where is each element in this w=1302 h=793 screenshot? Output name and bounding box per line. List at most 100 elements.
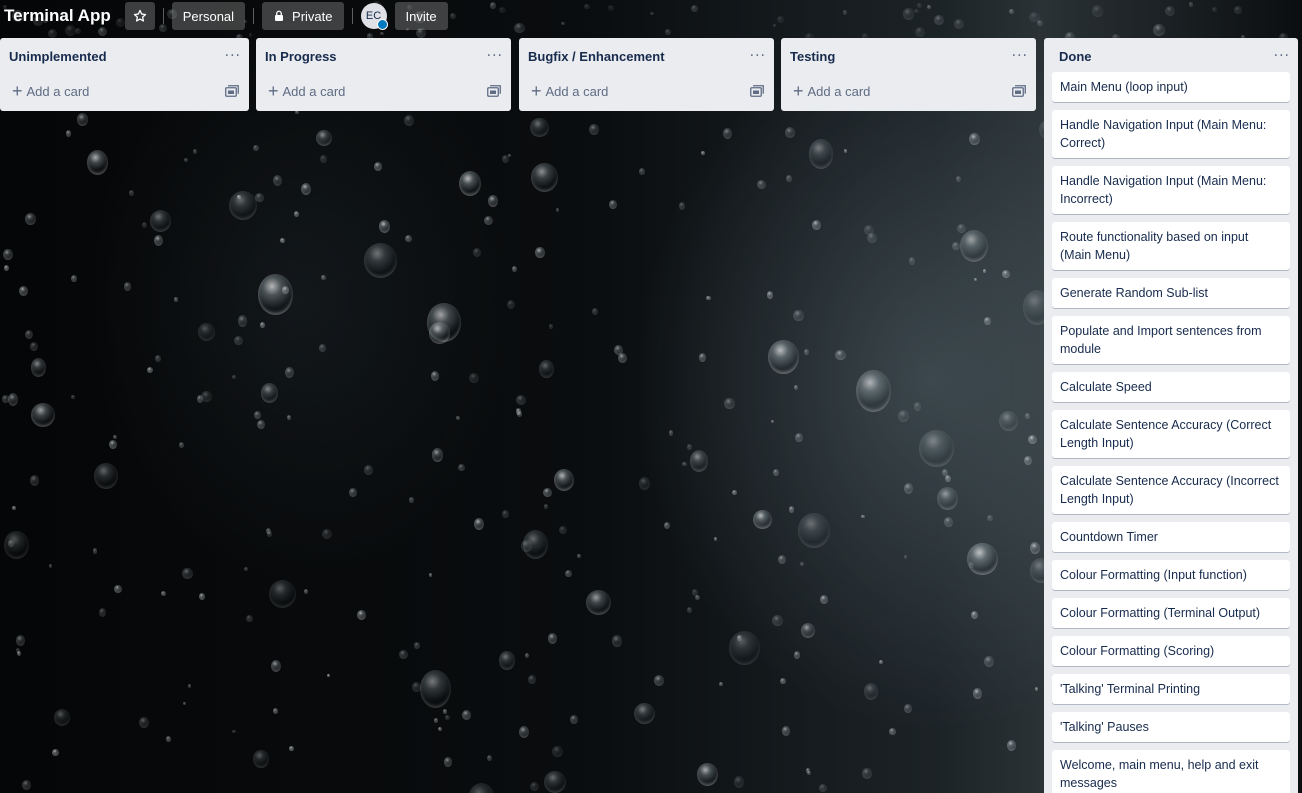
card[interactable]: Handle Navigation Input (Main Menu: Inco… — [1052, 166, 1290, 214]
raindrop — [972, 688, 983, 700]
raindrop — [286, 415, 291, 420]
raindrop — [974, 277, 978, 282]
card[interactable]: Countdown Timer — [1052, 522, 1290, 552]
raindrop — [952, 241, 961, 250]
card-template-icon[interactable] — [1012, 85, 1026, 97]
card-template-icon[interactable] — [487, 85, 501, 97]
raindrop — [731, 489, 737, 496]
raindrop — [757, 180, 766, 190]
card[interactable]: 'Talking' Pauses — [1052, 712, 1290, 742]
ellipsis-icon[interactable]: ··· — [1274, 49, 1290, 63]
raindrop — [327, 673, 331, 677]
list-title[interactable]: Done — [1059, 49, 1092, 64]
raindrop — [322, 528, 333, 539]
list-title[interactable]: In Progress — [265, 49, 337, 64]
raindrop — [19, 286, 28, 297]
add-card-button[interactable]: + Add a card — [0, 74, 249, 108]
card[interactable]: Colour Formatting (Scoring) — [1052, 636, 1290, 666]
list-title[interactable]: Unimplemented — [9, 49, 107, 64]
card[interactable]: Welcome, main menu, help and exit messag… — [1052, 750, 1290, 793]
card[interactable]: Handle Navigation Input (Main Menu: Corr… — [1052, 110, 1290, 158]
card[interactable]: Colour Formatting (Input function) — [1052, 560, 1290, 590]
card-template-icon[interactable] — [750, 85, 764, 97]
card-list: Main Menu (loop input) Handle Navigation… — [1044, 72, 1298, 793]
add-card-button[interactable]: + Add a card — [519, 74, 774, 108]
raindrop — [968, 132, 980, 146]
list-bugfix-enhancement: Bugfix / Enhancement ··· + Add a card — [519, 38, 774, 111]
card[interactable]: Calculate Speed — [1052, 372, 1290, 402]
raindrop — [457, 463, 465, 472]
raindrop — [553, 469, 574, 492]
raindrop — [556, 208, 560, 213]
raindrop — [664, 522, 671, 530]
card[interactable]: Generate Random Sub-list — [1052, 278, 1290, 308]
raindrop — [983, 655, 995, 668]
raindrop — [771, 420, 775, 424]
card[interactable]: Route functionality based on input (Main… — [1052, 222, 1290, 270]
raindrop — [957, 224, 966, 234]
list-title[interactable]: Testing — [790, 49, 835, 64]
raindrop — [487, 195, 498, 207]
ellipsis-icon[interactable]: ··· — [487, 49, 503, 63]
raindrop — [123, 282, 132, 292]
ellipsis-icon[interactable]: ··· — [225, 49, 241, 63]
raindrop — [320, 154, 328, 164]
raindrop — [197, 323, 216, 342]
raindrop — [316, 130, 332, 147]
raindrop — [17, 651, 22, 657]
ellipsis-icon[interactable]: ··· — [750, 49, 766, 63]
raindrop — [29, 341, 38, 352]
raindrop — [284, 366, 295, 378]
list-header: Bugfix / Enhancement ··· — [519, 38, 774, 74]
add-card-label: Add a card — [545, 83, 609, 99]
raindrop — [795, 432, 803, 442]
raindrop — [778, 554, 787, 565]
raindrop — [183, 157, 188, 163]
raindrop — [502, 509, 510, 519]
raindrop — [530, 163, 558, 193]
raindrop — [467, 783, 495, 793]
card[interactable]: Populate and Import sentences from modul… — [1052, 316, 1290, 364]
raindrop — [437, 726, 442, 732]
card-template-icon[interactable] — [225, 85, 239, 97]
raindrop — [21, 780, 31, 790]
raindrop — [248, 33, 252, 37]
raindrop — [904, 704, 912, 714]
card[interactable]: 'Talking' Terminal Printing — [1052, 674, 1290, 704]
raindrop — [903, 555, 907, 559]
card[interactable]: Colour Formatting (Terminal Output) — [1052, 598, 1290, 628]
visibility-button[interactable]: Private — [262, 2, 344, 30]
raindrop — [768, 339, 800, 374]
add-card-button[interactable]: + Add a card — [256, 74, 511, 108]
raindrop — [844, 148, 848, 153]
raindrop — [705, 295, 711, 301]
plus-icon: + — [531, 81, 542, 101]
card[interactable]: Calculate Sentence Accuracy (Correct Len… — [1052, 410, 1290, 458]
card[interactable]: Calculate Sentence Accuracy (Incorrect L… — [1052, 466, 1290, 514]
raindrop — [687, 606, 693, 613]
workspace-button[interactable]: Personal — [171, 2, 246, 30]
raindrop — [889, 728, 896, 735]
ellipsis-icon[interactable]: ··· — [1012, 49, 1028, 63]
raindrop — [114, 584, 123, 594]
list-in-progress: In Progress ··· + Add a card — [256, 38, 511, 111]
raindrop — [608, 199, 618, 209]
member-avatar[interactable]: EC — [360, 3, 388, 30]
raindrop — [516, 395, 527, 406]
raindrop — [700, 150, 705, 156]
card[interactable]: Main Menu (loop input) — [1052, 72, 1290, 102]
raindrop — [1001, 269, 1011, 279]
raindrop — [544, 771, 566, 793]
list-title[interactable]: Bugfix / Enhancement — [528, 49, 665, 64]
raindrop — [398, 649, 408, 660]
raindrop — [3, 248, 13, 260]
invite-button[interactable]: Invite — [394, 2, 448, 30]
visibility-label: Private — [292, 8, 333, 24]
raindrop — [998, 410, 1018, 431]
raindrop — [201, 390, 212, 403]
raindrop — [380, 31, 384, 36]
plus-icon: + — [12, 81, 23, 101]
board-title[interactable]: Terminal App — [4, 6, 111, 26]
add-card-button[interactable]: + Add a card — [781, 74, 1036, 108]
star-button[interactable] — [124, 2, 155, 30]
